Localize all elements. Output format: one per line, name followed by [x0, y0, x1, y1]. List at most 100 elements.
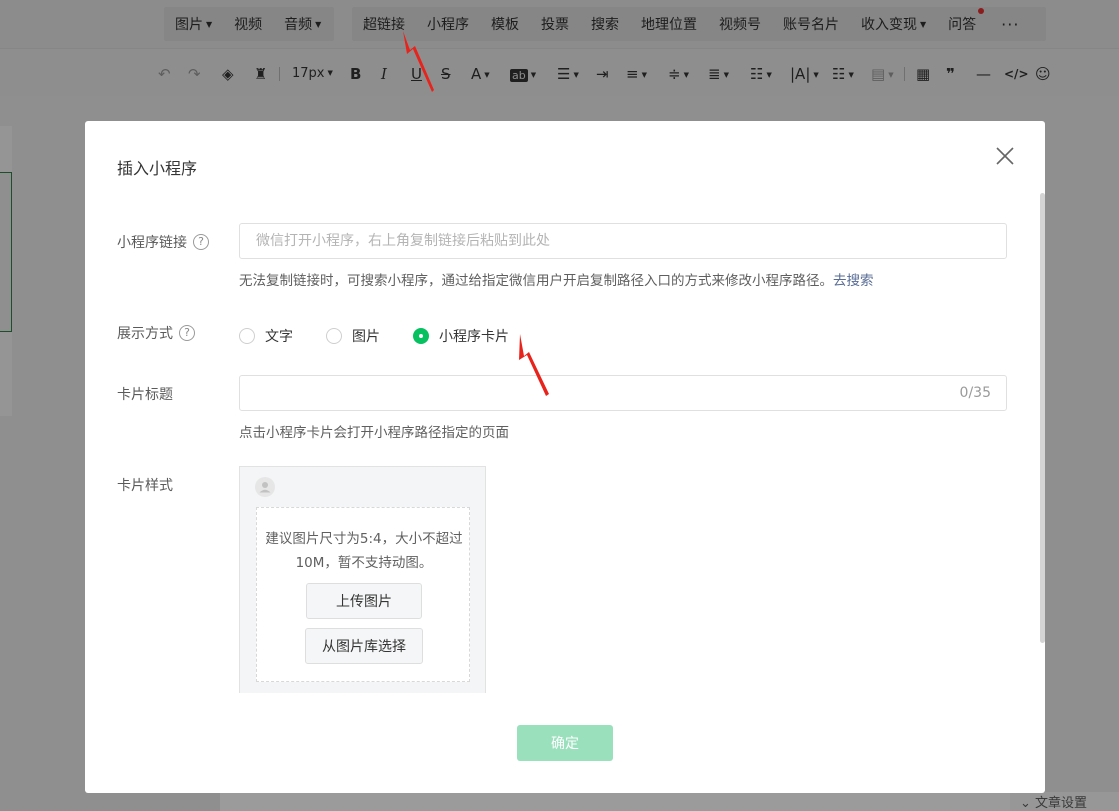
- menu-item-label: 图片: [175, 17, 203, 33]
- paragraph-spacing-icon[interactable]: ≣ ▼: [708, 65, 729, 83]
- format-painter-icon[interactable]: ◈: [222, 65, 234, 83]
- close-icon: [996, 147, 1014, 165]
- more-icon[interactable]: ···: [1001, 15, 1019, 34]
- font-size-value: 17px: [292, 66, 325, 81]
- menu-item-location[interactable]: 地理位置: [641, 14, 697, 34]
- editor-selected-block: [0, 172, 12, 332]
- code-icon[interactable]: </>: [1004, 65, 1029, 83]
- radio-circle: [326, 328, 342, 344]
- link-tip: 无法复制链接时，可搜索小程序，通过给指定微信用户开启复制路径入口的方式来修改小程…: [239, 269, 874, 289]
- radio-label: 文字: [265, 329, 293, 345]
- card-title-input[interactable]: [239, 375, 1007, 411]
- dialog-scrollbar[interactable]: [1040, 193, 1045, 643]
- caret-down-icon: ▼: [206, 20, 213, 29]
- help-icon[interactable]: ?: [193, 234, 209, 250]
- redo-icon[interactable]: ↷: [188, 65, 201, 83]
- toolbar-divider: [279, 67, 280, 81]
- underline-button[interactable]: U: [411, 65, 422, 83]
- card-title-tip: 点击小程序卡片会打开小程序路径指定的页面: [239, 425, 509, 441]
- radio-display-text[interactable]: 文字: [239, 326, 293, 346]
- menu-item-hyperlink[interactable]: 超链接: [363, 14, 405, 34]
- menu-item-label: 音频: [284, 17, 313, 33]
- radio-circle: [239, 328, 255, 344]
- editor-toolbar: ↶ ↷ ◈ ♜ 17px ▼ B I U S A ▼ ab ▼ ☰ ▼ ⇥ ≡ ▼ ≑ ▼ …: [0, 48, 1119, 96]
- dialog-title: 插入小程序: [117, 159, 198, 178]
- choose-from-library-button[interactable]: 从图片库选择: [305, 628, 423, 664]
- clear-format-icon[interactable]: ♜: [254, 65, 267, 83]
- radio-display-card[interactable]: 小程序卡片: [413, 326, 509, 346]
- italic-button[interactable]: I: [381, 65, 387, 83]
- display-label-row: 展示方式 ?: [117, 323, 195, 343]
- cover-upload-zone[interactable]: 建议图片尺寸为5:4，大小不超过10M，暂不支持动图。 上传图片 从图片库选择: [256, 507, 470, 682]
- menu-group-media: 图片 ▼ 视频 音频 ▼: [164, 7, 334, 41]
- undo-icon[interactable]: ↶: [158, 65, 171, 83]
- article-settings-label: 文章设置: [1035, 796, 1088, 811]
- notification-dot: [978, 8, 985, 14]
- menu-item-label: 视频: [234, 17, 263, 33]
- caret-down-icon: ▼: [484, 71, 490, 79]
- menu-item-vote[interactable]: 投票: [541, 14, 569, 34]
- avatar-icon: [255, 477, 275, 497]
- font-color-button[interactable]: A ▼: [471, 65, 490, 83]
- card-style-label: 卡片样式: [117, 478, 173, 494]
- upload-hint: 建议图片尺寸为5:4，大小不超过10M，暂不支持动图。: [265, 531, 463, 571]
- caret-down-icon: ▼: [920, 20, 927, 29]
- menu-item-label: 搜索: [591, 17, 619, 33]
- menu-item-image[interactable]: 图片 ▼: [175, 14, 212, 34]
- align-icon[interactable]: ☰ ▼: [557, 65, 579, 83]
- link-tip-text: 无法复制链接时，可搜索小程序，通过给指定微信用户开启复制路径入口的方式来修改小程…: [239, 273, 833, 289]
- divider-icon[interactable]: —: [976, 65, 991, 83]
- menu-item-label: 视频号: [719, 17, 761, 33]
- list-indent-icon[interactable]: ☷ ▼: [750, 65, 772, 83]
- display-label: 展示方式: [117, 326, 173, 342]
- link-label-row: 小程序链接 ?: [117, 232, 209, 252]
- menu-item-audio[interactable]: 音频 ▼: [284, 14, 321, 34]
- menu-item-video[interactable]: 视频: [234, 14, 262, 34]
- list-icon[interactable]: ☷ ▼: [832, 65, 854, 83]
- menu-item-channels[interactable]: 视频号: [719, 14, 761, 34]
- strikethrough-button[interactable]: S: [441, 65, 451, 83]
- emoji-icon[interactable]: ☺: [1035, 65, 1051, 83]
- menu-item-label: 收入变现: [861, 17, 917, 33]
- menu-item-label: 地理位置: [641, 17, 697, 33]
- menu-item-qa[interactable]: 问答: [948, 8, 985, 34]
- radio-display-image[interactable]: 图片: [326, 326, 380, 346]
- menu-item-account-card[interactable]: 账号名片: [783, 14, 839, 34]
- toolbar-divider: [904, 67, 905, 81]
- center-align-icon[interactable]: ≡ ▼: [626, 65, 647, 83]
- caret-down-icon: ▼: [315, 20, 322, 29]
- radio-label: 图片: [352, 329, 380, 345]
- image-align-icon[interactable]: ▤ ▼: [871, 65, 894, 83]
- caret-down-icon: ▼: [530, 71, 537, 79]
- table-icon[interactable]: ▦: [916, 65, 930, 83]
- indent-icon[interactable]: ⇥: [596, 65, 609, 83]
- font-size-select[interactable]: 17px ▼: [292, 65, 333, 83]
- quote-icon[interactable]: ❞: [946, 65, 955, 83]
- radio-circle-checked: [413, 328, 429, 344]
- confirm-button[interactable]: 确定: [517, 725, 613, 761]
- insert-miniprogram-dialog: 插入小程序 小程序链接 ? 无法复制链接时，可搜索小程序，通过给指定微信用户开启…: [85, 121, 1045, 793]
- highlight-button[interactable]: ab ▼: [510, 65, 536, 83]
- menu-item-label: 问答: [948, 17, 977, 33]
- menu-item-monetize[interactable]: 收入变现 ▼: [861, 14, 926, 34]
- bold-button[interactable]: B: [350, 65, 361, 83]
- menu-group-insert: 超链接 小程序 模板 投票 搜索 地理位置 视频号 账号名片 收入变现 ▼ 问答 …: [352, 7, 1046, 41]
- go-search-link[interactable]: 去搜索: [833, 273, 874, 289]
- font-color-glyph: A: [471, 65, 482, 83]
- menu-item-label: 账号名片: [783, 17, 839, 33]
- editor-menubar: 图片 ▼ 视频 音频 ▼ 超链接 小程序 模板 投票 搜索 地理位置 视频号 账号名…: [0, 0, 1119, 48]
- highlight-glyph: ab: [510, 69, 528, 82]
- menu-item-template[interactable]: 模板: [491, 14, 519, 34]
- upload-image-button[interactable]: 上传图片: [306, 583, 422, 619]
- line-height-icon[interactable]: ≑ ▼: [668, 65, 689, 83]
- radio-label: 小程序卡片: [439, 329, 509, 345]
- menu-item-search[interactable]: 搜索: [591, 14, 619, 34]
- close-button[interactable]: [995, 146, 1015, 166]
- menu-item-label: 小程序: [427, 17, 469, 33]
- help-icon[interactable]: ?: [179, 325, 195, 341]
- miniprogram-link-input[interactable]: [239, 223, 1007, 259]
- menu-item-miniprogram[interactable]: 小程序: [427, 14, 469, 34]
- article-settings-toggle[interactable]: ⌄ 文章设置: [1010, 792, 1119, 811]
- card-title-counter: 0/35: [959, 385, 991, 401]
- letter-spacing-icon[interactable]: |A| ▼: [790, 65, 819, 83]
